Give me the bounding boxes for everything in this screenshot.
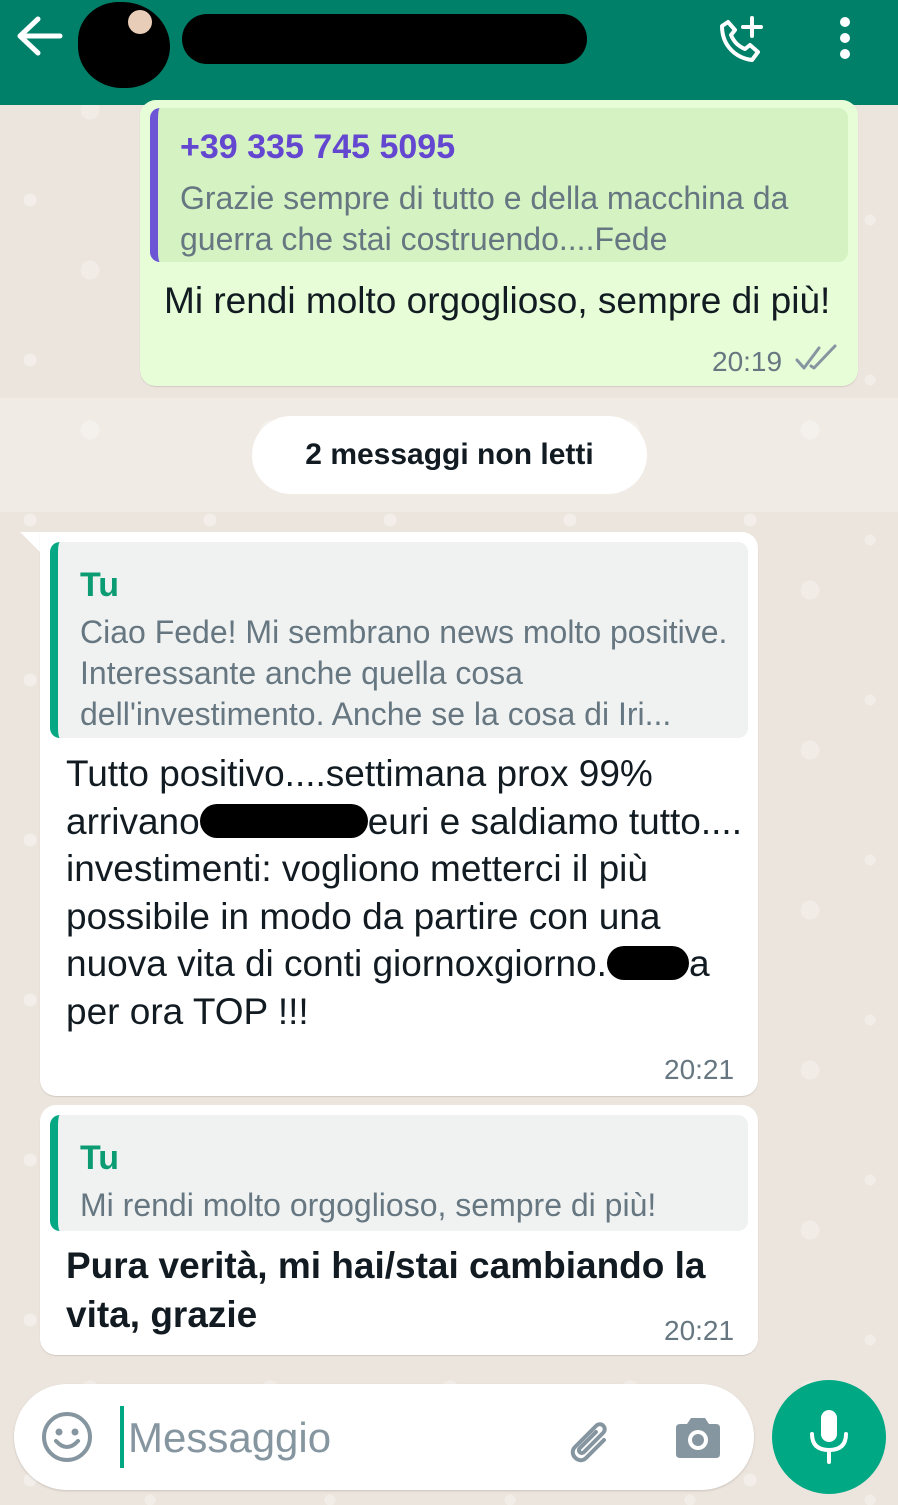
- double-check-icon: [795, 344, 837, 370]
- quoted-message[interactable]: Tu Mi rendi molto orgoglioso, sempre di …: [50, 1115, 748, 1231]
- text-cursor: [120, 1406, 124, 1468]
- quoted-message[interactable]: Tu Ciao Fede! Mi sembrano news molto pos…: [50, 542, 748, 738]
- avatar-photo: [128, 10, 152, 34]
- voice-message-button[interactable]: [772, 1380, 886, 1494]
- add-call-icon: [720, 16, 763, 62]
- message-composer: [14, 1384, 754, 1490]
- camera-button[interactable]: [670, 1410, 726, 1466]
- bubble-tail: [20, 532, 42, 554]
- quote-author: Tu: [80, 1139, 120, 1177]
- add-call-button[interactable]: [712, 12, 768, 68]
- incoming-message[interactable]: Tu Mi rendi molto orgoglioso, sempre di …: [40, 1105, 758, 1355]
- quote-author: +39 335 745 5095: [180, 128, 456, 166]
- quoted-message[interactable]: +39 335 745 5095 Grazie sempre di tutto …: [150, 108, 848, 262]
- emoji-icon: [42, 1412, 92, 1462]
- message-text: Tutto positivo....settimana prox 99% arr…: [66, 750, 746, 1035]
- paperclip-icon: [570, 1422, 607, 1463]
- more-vertical-icon: [840, 17, 850, 59]
- arrow-left-icon: [17, 16, 63, 56]
- quote-text: Ciao Fede! Mi sembrano news molto positi…: [80, 614, 728, 732]
- attach-button[interactable]: [560, 1410, 616, 1466]
- avatar[interactable]: [78, 2, 170, 88]
- quote-text: Mi rendi molto orgoglioso, sempre di più…: [80, 1187, 657, 1223]
- mic-icon: [810, 1410, 848, 1464]
- message-input[interactable]: [126, 1402, 550, 1474]
- message-text: Mi rendi molto orgoglioso, sempre di più…: [164, 280, 831, 321]
- redaction: [199, 803, 368, 838]
- camera-icon: [676, 1418, 720, 1458]
- message-text: Pura verità, mi hai/stai cambiando la vi…: [66, 1245, 706, 1335]
- emoji-button[interactable]: [40, 1410, 94, 1464]
- redaction: [606, 946, 689, 980]
- unread-messages-badge: 2 messaggi non letti: [252, 416, 647, 494]
- message-time: 20:21: [664, 1054, 735, 1085]
- contact-name[interactable]: Contatto: [182, 14, 587, 64]
- quote-author: Tu: [80, 566, 120, 604]
- outgoing-message[interactable]: +39 335 745 5095 Grazie sempre di tutto …: [140, 100, 858, 386]
- chat-header: Contatto: [0, 0, 898, 105]
- menu-button[interactable]: [828, 12, 862, 68]
- message-time: 20:19: [712, 346, 783, 377]
- incoming-message[interactable]: Tu Ciao Fede! Mi sembrano news molto pos…: [40, 532, 758, 1096]
- quote-text: Grazie sempre di tutto e della macchina …: [180, 180, 789, 257]
- message-time: 20:21: [664, 1315, 735, 1346]
- back-button[interactable]: [14, 14, 68, 58]
